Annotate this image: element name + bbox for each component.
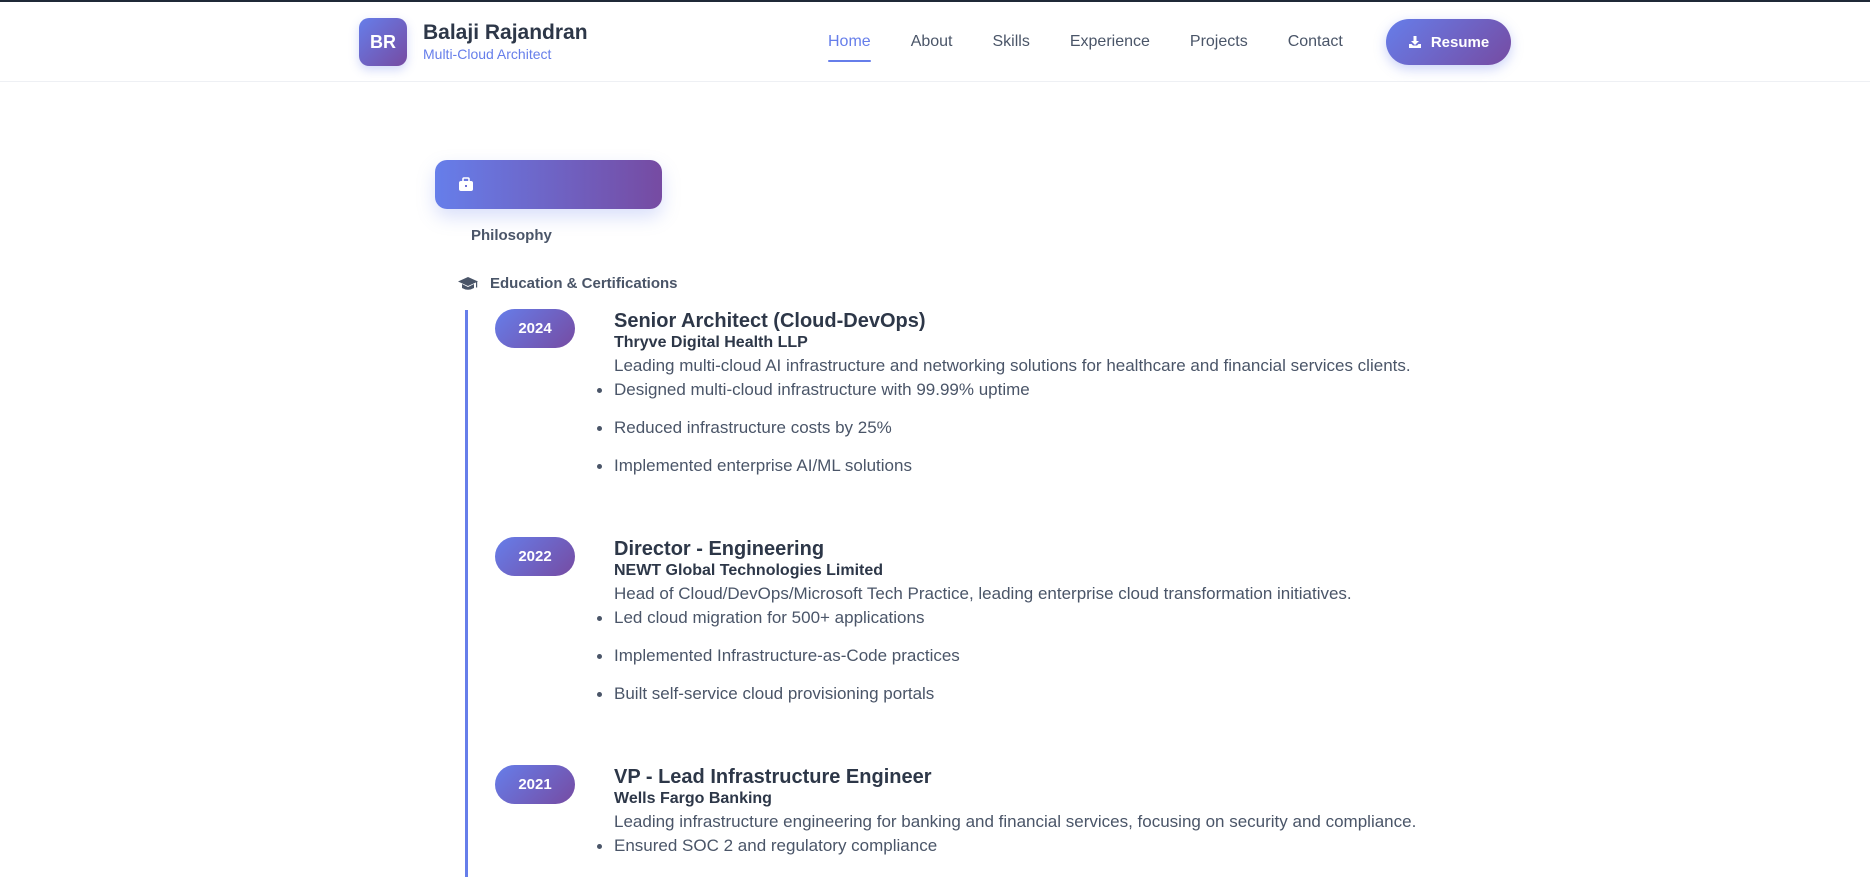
role-title: Director - Engineering [614, 538, 825, 560]
company-name: NEWT Global Technologies Limited [614, 562, 884, 579]
company-name: Wells Fargo Banking [614, 790, 772, 807]
brand-text: Balaji Rajandran Multi-Cloud Architect [423, 21, 588, 63]
role-title: Senior Architect (Cloud-DevOps) [614, 310, 926, 332]
achievement-list: Led cloud migration for 500+ application… [597, 606, 1494, 706]
list-item: Reduced infrastructure costs by 25% [597, 416, 1494, 440]
entry-content: VP - Lead Infrastructure Engineer Wells … [597, 765, 1494, 872]
brand-subtitle: Multi-Cloud Architect [423, 46, 552, 62]
nav-about[interactable]: About [911, 2, 953, 82]
achievement-list: Ensured SOC 2 and regulatory compliance [597, 834, 1494, 858]
entry-content: Senior Architect (Cloud-DevOps) Thryve D… [597, 309, 1494, 492]
brand-logo[interactable]: BR [359, 18, 407, 66]
role-description: Leading infrastructure engineering for b… [614, 812, 1417, 831]
tab-experience[interactable] [435, 160, 662, 209]
brand-name: Balaji Rajandran [423, 21, 588, 44]
entry-content: Director - Engineering NEWT Global Techn… [597, 537, 1494, 720]
company-name: Thryve Digital Health LLP [614, 334, 808, 351]
role-description: Leading multi-cloud AI infrastructure an… [614, 356, 1411, 375]
list-item: Built self-service cloud provisioning po… [597, 682, 1494, 706]
nav-contact[interactable]: Contact [1288, 2, 1343, 82]
list-item: Implemented enterprise AI/ML solutions [597, 454, 1494, 478]
tab-philosophy[interactable]: Philosophy [471, 227, 552, 244]
nav-projects[interactable]: Projects [1190, 2, 1248, 82]
nav-skills[interactable]: Skills [993, 2, 1030, 82]
site-header: BR Balaji Rajandran Multi-Cloud Architec… [0, 2, 1870, 82]
list-item: Ensured SOC 2 and regulatory compliance [597, 834, 1494, 858]
timeline-line [465, 310, 468, 877]
role-description: Head of Cloud/DevOps/Microsoft Tech Prac… [614, 584, 1352, 603]
resume-button[interactable]: Resume [1386, 19, 1511, 65]
list-item: Implemented Infrastructure-as-Code pract… [597, 644, 1494, 668]
nav-experience[interactable]: Experience [1070, 2, 1150, 82]
year-badge: 2024 [495, 309, 575, 348]
year-badge: 2022 [495, 537, 575, 576]
list-item: Designed multi-cloud infrastructure with… [597, 378, 1494, 402]
main-nav: Home About Skills Experience Projects Co… [828, 2, 1383, 82]
role-title: VP - Lead Infrastructure Engineer [614, 766, 932, 788]
graduation-cap-icon [458, 276, 478, 290]
resume-button-label: Resume [1430, 33, 1490, 51]
year-badge: 2021 [495, 765, 575, 804]
briefcase-icon [459, 177, 473, 191]
tab-education[interactable]: Education & Certifications [458, 275, 678, 292]
achievement-list: Designed multi-cloud infrastructure with… [597, 378, 1494, 478]
nav-home[interactable]: Home [828, 2, 871, 82]
list-item: Led cloud migration for 500+ application… [597, 606, 1494, 630]
brand[interactable]: BR Balaji Rajandran Multi-Cloud Architec… [359, 18, 588, 66]
tab-education-label: Education & Certifications [490, 275, 678, 292]
download-icon [1408, 36, 1421, 48]
